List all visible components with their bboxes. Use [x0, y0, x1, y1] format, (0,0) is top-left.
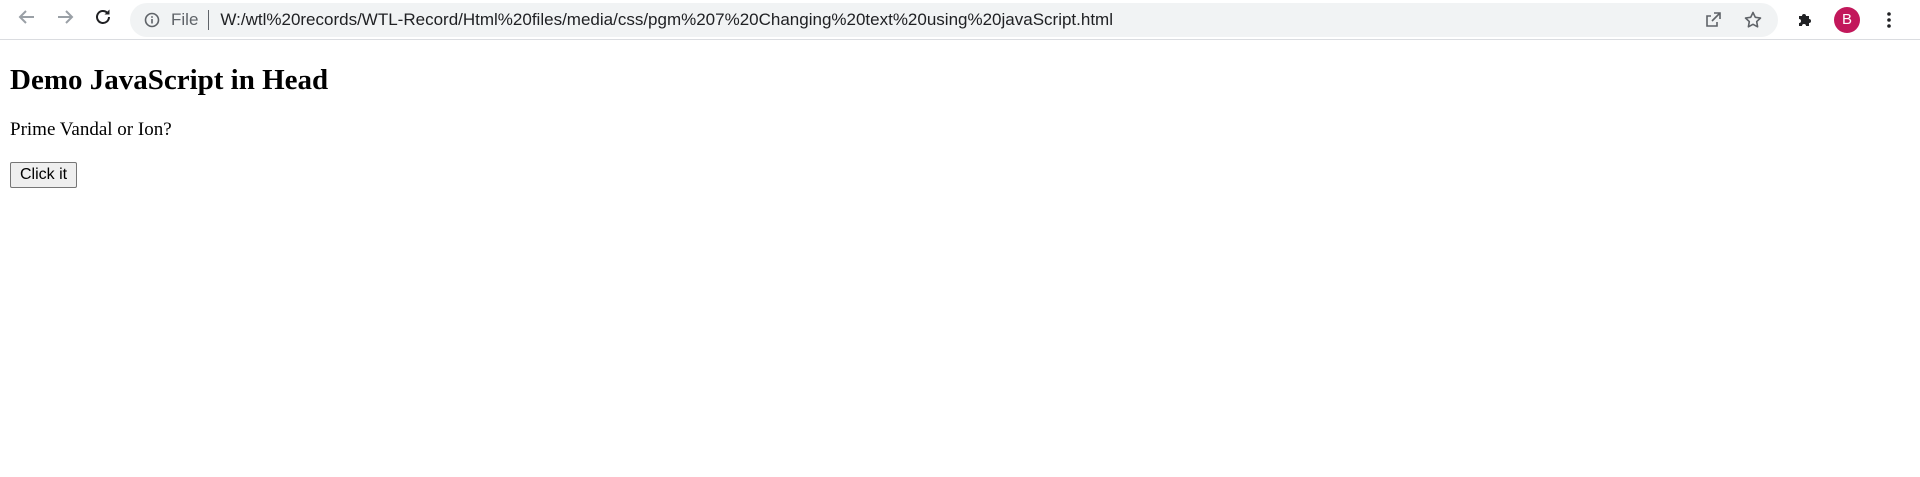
avatar-initial: B	[1841, 11, 1852, 28]
click-it-button[interactable]: Click it	[10, 162, 78, 188]
star-icon[interactable]	[1742, 9, 1764, 31]
back-button[interactable]	[12, 5, 42, 35]
toolbar-right-controls: B	[1794, 6, 1900, 33]
url-text[interactable]: W:/wtl%20records/WTL-Record/Html%20files…	[220, 10, 1113, 30]
profile-avatar[interactable]: B	[1834, 6, 1860, 33]
arrow-right-icon	[55, 7, 75, 32]
question-paragraph: Prime Vandal or Ion?	[10, 119, 172, 140]
reload-button[interactable]	[88, 5, 118, 35]
page-heading: Demo JavaScript in Head	[10, 64, 329, 96]
address-bar[interactable]: File W:/wtl%20records/WTL-Record/Html%20…	[130, 2, 1778, 37]
address-divider	[208, 9, 210, 30]
info-icon[interactable]	[143, 11, 161, 29]
puzzle-icon[interactable]	[1794, 9, 1816, 31]
scheme-label: File	[171, 9, 199, 29]
forward-button[interactable]	[50, 5, 80, 35]
kebab-menu-icon[interactable]	[1878, 9, 1900, 31]
share-icon[interactable]	[1702, 9, 1724, 31]
arrow-left-icon	[17, 7, 37, 32]
address-bar-actions	[1702, 9, 1764, 31]
page-content: Demo JavaScript in Head Prime Vandal or …	[0, 62, 1920, 188]
reload-icon	[93, 7, 113, 32]
browser-toolbar: File W:/wtl%20records/WTL-Record/Html%20…	[0, 0, 1920, 40]
